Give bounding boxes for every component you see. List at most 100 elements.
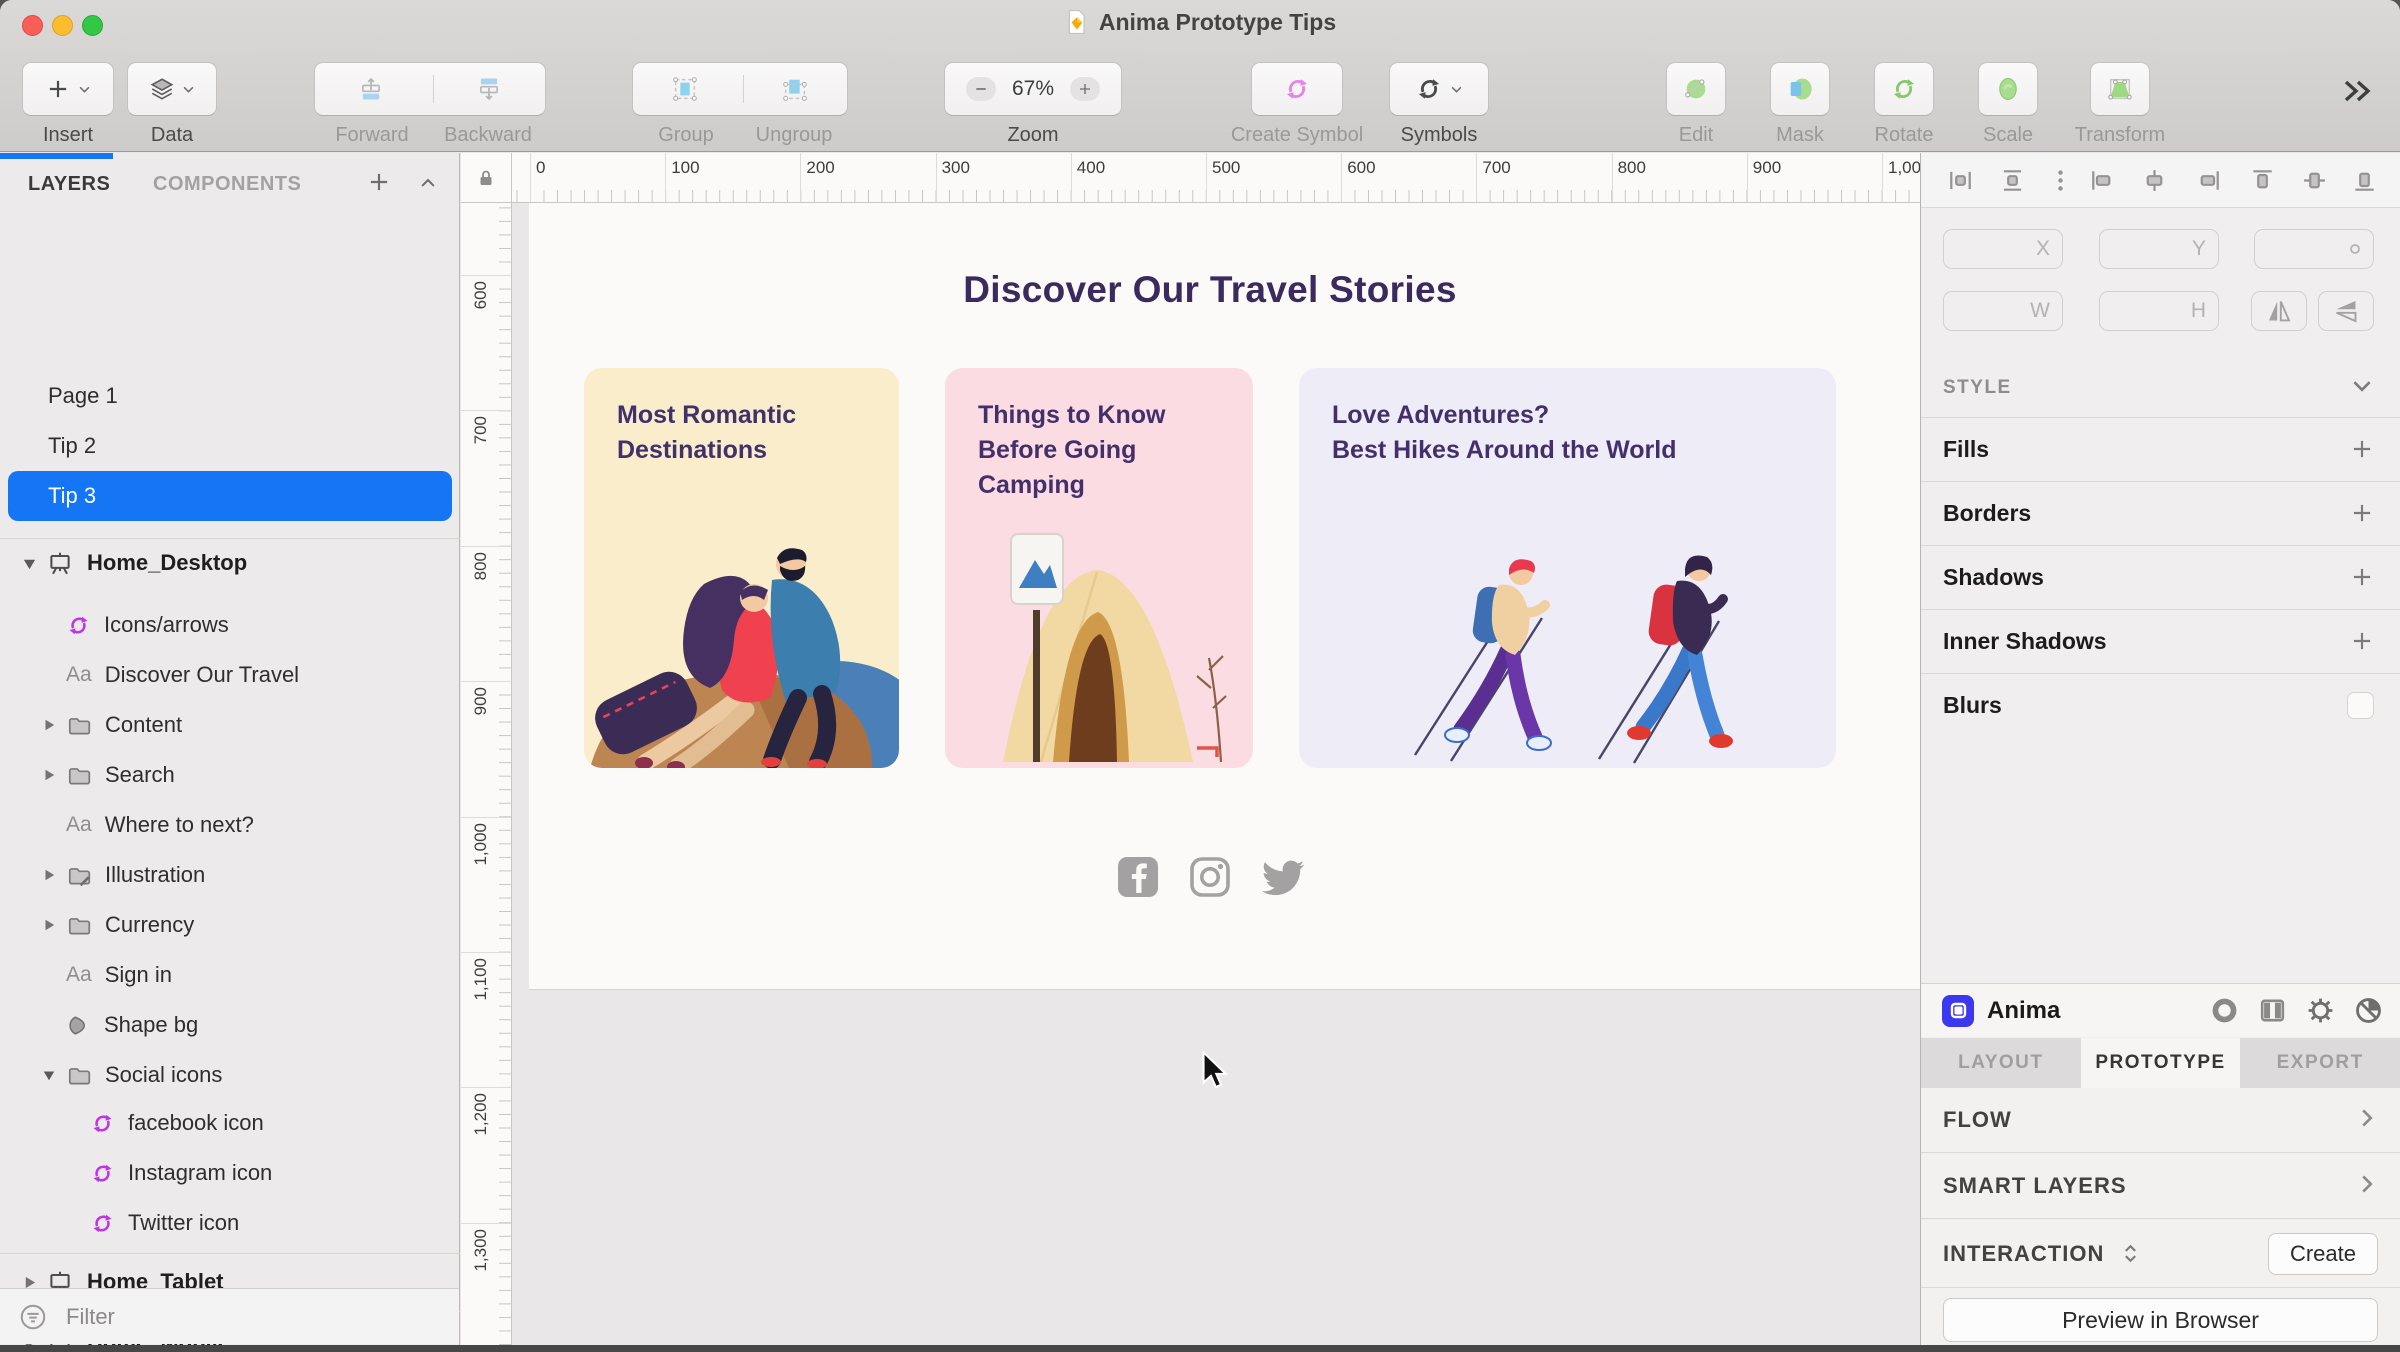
style-collapse-button[interactable]	[2349, 373, 2375, 404]
sidebar-item-sign-in[interactable]: Aa Sign in	[0, 950, 460, 1000]
sidebar-item-twitter-icon[interactable]: Twitter icon	[0, 1198, 460, 1248]
tab-export[interactable]: EXPORT	[2240, 1038, 2400, 1088]
canvas[interactable]: Discover Our Travel Stories Most Romanti…	[512, 203, 1920, 1352]
x-position-field[interactable]: X	[1943, 229, 2063, 269]
tool-create-symbol[interactable]: Create Symbol	[1251, 62, 1343, 147]
zoom-out-button[interactable]	[966, 77, 996, 101]
align-center-horizontal-icon[interactable]	[2141, 167, 2168, 199]
smart-layers-row[interactable]: SMART LAYERS	[1921, 1154, 2400, 1219]
preview-in-browser-button[interactable]: Preview in Browser	[1943, 1298, 2378, 1342]
align-bottom-icon[interactable]	[2351, 167, 2378, 199]
add-inner-shadow-button[interactable]	[2349, 628, 2375, 659]
sidebar-item-tip3-selected[interactable]: Tip 3	[8, 471, 452, 521]
artboard-tip3[interactable]: Discover Our Travel Stories Most Romanti…	[529, 203, 1920, 990]
disclosure-closed-icon[interactable]	[42, 718, 58, 732]
sidebar-item-shape-bg[interactable]: Shape bg	[0, 1000, 460, 1050]
ungroup-button[interactable]	[743, 75, 848, 103]
vertical-ruler[interactable]: 6007008009001,0001,1001,2001,300	[461, 203, 512, 1352]
divider	[1921, 417, 2400, 418]
columns-icon[interactable]	[2257, 995, 2288, 1026]
add-fill-button[interactable]	[2349, 436, 2375, 467]
tab-layout[interactable]: LAYOUT	[1921, 1038, 2081, 1088]
toolbar-overflow-button[interactable]	[2340, 78, 2374, 109]
tool-mask[interactable]: Mask	[1770, 62, 1830, 147]
filter-bar[interactable]: Filter	[0, 1288, 459, 1344]
align-right-icon[interactable]	[2195, 167, 2222, 199]
sidebar-item-tip2[interactable]: Tip 2	[0, 421, 460, 471]
zoom-in-button[interactable]	[1070, 77, 1100, 101]
tool-edit[interactable]: Edit	[1666, 62, 1726, 147]
sidebar-item-home-desktop[interactable]: Home_Desktop	[0, 538, 460, 588]
create-interaction-button[interactable]: Create	[2268, 1233, 2378, 1275]
card-romantic-destinations[interactable]: Most Romantic Destinations	[584, 368, 899, 768]
expand-collapse-icon[interactable]	[2118, 1241, 2143, 1266]
group-button[interactable]	[633, 75, 737, 103]
double-chevron-right-icon	[2340, 78, 2374, 104]
disclosure-closed-icon[interactable]	[42, 868, 58, 882]
add-border-button[interactable]	[2349, 500, 2375, 531]
sidebar-item-content[interactable]: Content	[0, 700, 460, 750]
instagram-icon[interactable]	[1188, 855, 1232, 899]
tool-symbols[interactable]: Symbols	[1389, 62, 1489, 147]
disclosure-open-icon[interactable]	[22, 556, 38, 571]
height-field[interactable]: H	[2099, 291, 2219, 331]
horizontal-ruler[interactable]: 01002003004005006007008009001,000	[512, 153, 1920, 203]
tab-prototype[interactable]: PROTOTYPE	[2081, 1038, 2241, 1088]
tool-rotate[interactable]: Rotate	[1874, 62, 1934, 147]
tool-transform[interactable]: Transform	[2072, 62, 2168, 147]
distribute-horizontally-icon[interactable]	[1947, 167, 1974, 199]
align-top-icon[interactable]	[2249, 167, 2276, 199]
flip-vertical-button[interactable]	[2318, 291, 2374, 331]
canvas-heading[interactable]: Discover Our Travel Stories	[963, 269, 1456, 311]
tool-scale[interactable]: Scale	[1978, 62, 2038, 147]
sidebar-item-facebook-icon[interactable]: facebook icon	[0, 1098, 460, 1148]
distribute-vertically-icon[interactable]	[1999, 167, 2026, 199]
width-field[interactable]: W	[1943, 291, 2063, 331]
align-middle-vertical-icon[interactable]	[2301, 167, 2328, 199]
tab-layers[interactable]: LAYERS	[28, 173, 110, 196]
flow-row[interactable]: FLOW	[1921, 1088, 2400, 1153]
card-hiking-adventures[interactable]: Love Adventures? Best Hikes Around the W…	[1299, 368, 1836, 768]
tool-data[interactable]: Data	[127, 62, 217, 147]
sketch-document-icon	[1064, 9, 1090, 35]
record-icon[interactable]	[2209, 995, 2240, 1026]
sidebar-item-discover-text[interactable]: Aa Discover Our Travel	[0, 650, 460, 700]
anima-tabs: LAYOUT PROTOTYPE EXPORT	[1921, 1038, 2400, 1088]
sidebar-item-instagram-icon[interactable]: Instagram icon	[0, 1148, 460, 1198]
sidebar-item-currency[interactable]: Currency	[0, 900, 460, 950]
facebook-icon[interactable]	[1116, 855, 1160, 899]
camping-tent-illustration	[945, 510, 1253, 768]
sidebar-item-where-to-next[interactable]: Aa Where to next?	[0, 800, 460, 850]
more-options-icon[interactable]	[2047, 167, 2074, 199]
card-camping-tips[interactable]: Things to Know Before Going Camping	[945, 368, 1253, 768]
tab-components[interactable]: COMPONENTS	[153, 173, 301, 196]
backward-button[interactable]	[433, 75, 546, 103]
collapse-pages-button[interactable]	[416, 173, 440, 198]
sidebar-item-social-icons[interactable]: Social icons	[0, 1050, 460, 1100]
interaction-row[interactable]: INTERACTION Create	[1921, 1220, 2400, 1288]
sidebar-item-icons-arrows[interactable]: Icons/arrows	[0, 600, 460, 650]
disclosure-open-icon[interactable]	[42, 1068, 58, 1082]
add-page-button[interactable]	[366, 169, 392, 200]
disabled-icon[interactable]	[2353, 995, 2384, 1026]
ruler-label: 1,300	[471, 1229, 491, 1313]
align-left-icon[interactable]	[2089, 167, 2116, 199]
style-section-title: STYLE	[1943, 377, 2012, 399]
twitter-icon[interactable]	[1260, 855, 1306, 899]
disclosure-closed-icon[interactable]	[42, 918, 58, 932]
rotation-field[interactable]	[2254, 229, 2374, 269]
flip-horizontal-button[interactable]	[2251, 291, 2307, 331]
mask-icon	[1786, 75, 1814, 103]
blurs-checkbox[interactable]	[2347, 692, 2374, 719]
tool-group-label: Group	[632, 124, 740, 147]
sidebar-item-illustration[interactable]: Illustration	[0, 850, 460, 900]
disclosure-closed-icon[interactable]	[42, 768, 58, 782]
y-position-field[interactable]: Y	[2099, 229, 2219, 269]
add-shadow-button[interactable]	[2349, 564, 2375, 595]
forward-button[interactable]	[315, 75, 427, 103]
sidebar-item-search[interactable]: Search	[0, 750, 460, 800]
alignment-toolbar	[1921, 153, 2400, 208]
tool-insert[interactable]: Insert	[22, 62, 114, 147]
sidebar-item-page1[interactable]: Page 1	[0, 371, 460, 421]
gear-icon[interactable]	[2305, 995, 2336, 1026]
